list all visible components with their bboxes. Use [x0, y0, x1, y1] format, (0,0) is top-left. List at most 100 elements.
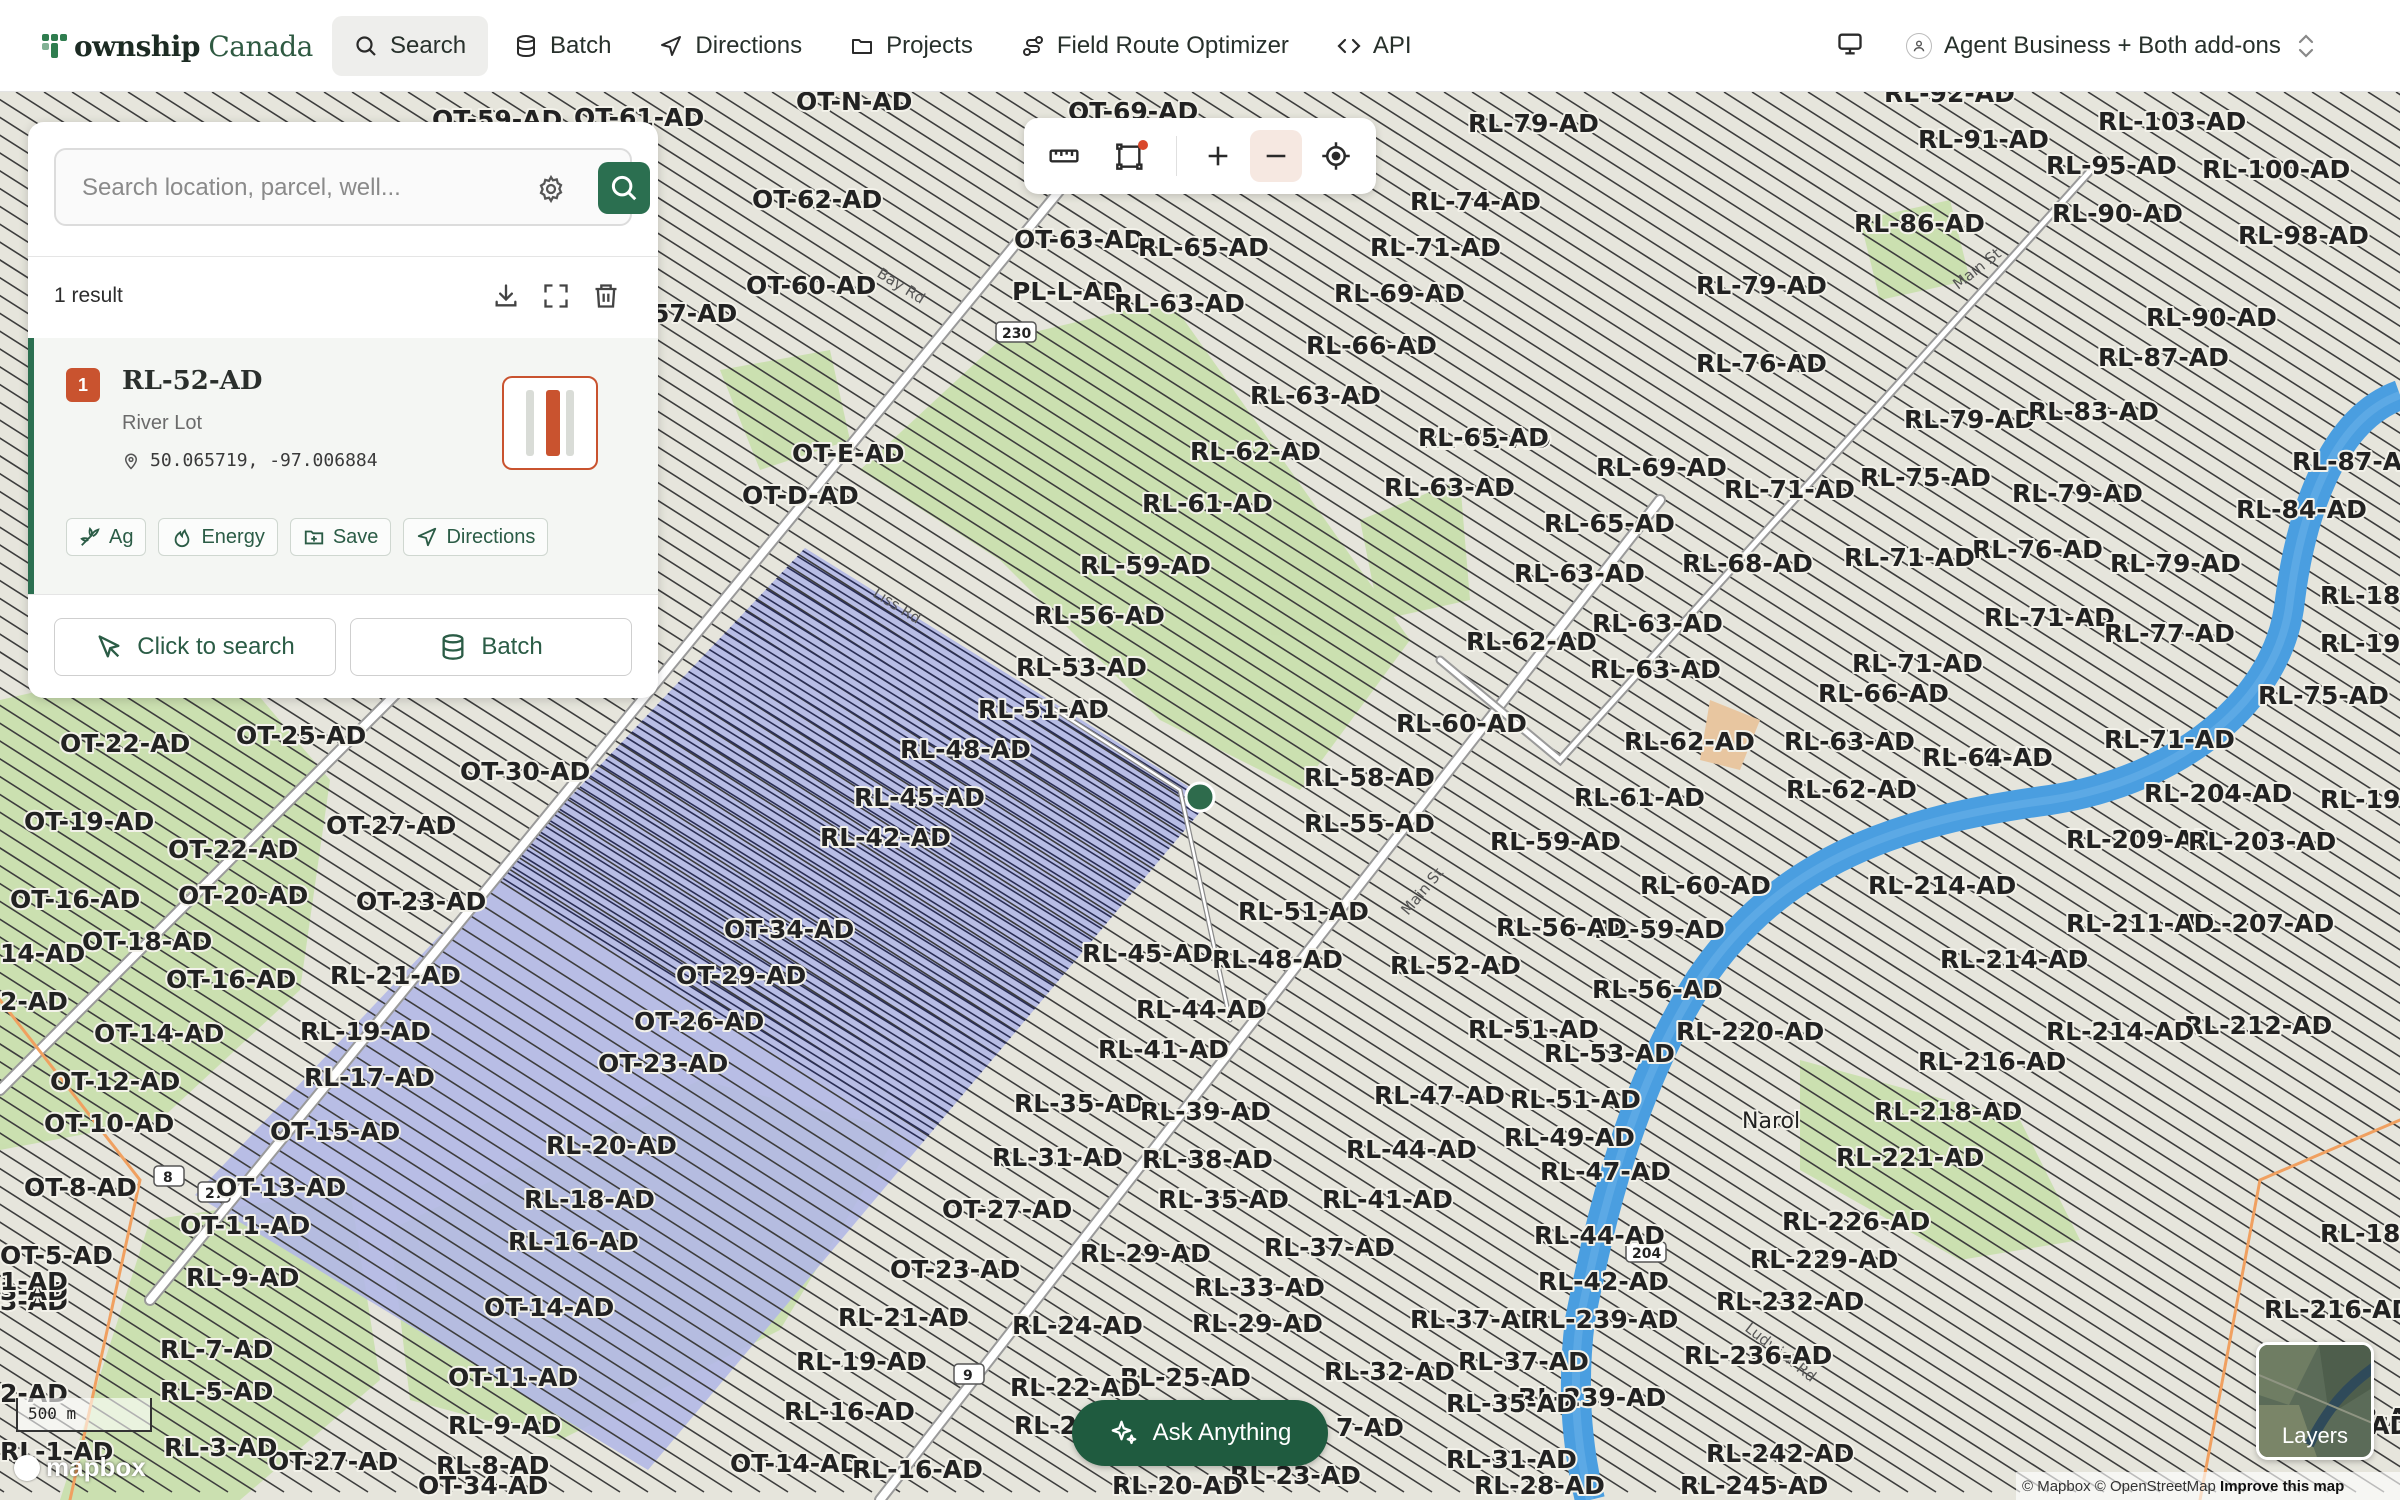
expand-button[interactable]: [542, 282, 570, 315]
nav-api[interactable]: API: [1315, 16, 1434, 76]
location-marker[interactable]: [1184, 781, 1216, 813]
parcel-label: RL-60-AD: [1640, 871, 1771, 900]
nav-projects[interactable]: Projects: [828, 16, 995, 76]
monitor-icon[interactable]: [1836, 30, 1864, 63]
parcel-label: 7-AD: [1336, 1413, 1404, 1442]
parcel-label: RL-29-AD: [1192, 1309, 1323, 1338]
database-icon: [517, 35, 536, 58]
parcel-label: RL-3-AD: [164, 1433, 277, 1462]
parcel-label: RL-214-AD: [2046, 1017, 2194, 1046]
parcel-label: OT-62-AD: [752, 185, 882, 214]
parcel-label: OT-63-AD: [1014, 225, 1144, 254]
parcel-label: OT-30-AD: [460, 757, 590, 786]
search-submit-button[interactable]: [598, 162, 650, 214]
layers-button[interactable]: Layers: [2256, 1342, 2374, 1460]
draw-polygon-button[interactable]: [1104, 130, 1156, 182]
locate-me-button[interactable]: [1310, 130, 1362, 182]
parcel-label: OT-5-AD: [0, 1241, 113, 1270]
parcel-label: RL-229-AD: [1750, 1245, 1898, 1274]
parcel-label: RL-44-AD: [1136, 995, 1267, 1024]
database-icon: [442, 634, 464, 660]
chip-label: Directions: [446, 525, 536, 548]
parcel-thumbnail[interactable]: [502, 376, 598, 470]
search-input[interactable]: [82, 168, 502, 208]
download-button[interactable]: [492, 282, 520, 315]
parcel-label: RL-79-AD: [2012, 479, 2143, 508]
parcel-label: RL-16-AD: [508, 1227, 639, 1256]
parcel-label: OT-34-AD: [724, 915, 854, 944]
parcel-label: RL-7-AD: [160, 1335, 273, 1364]
parcel-label: RL-24-AD: [1012, 1311, 1143, 1340]
parcel-label: RL-86-AD: [1854, 209, 1985, 238]
parcel-label: RL-60-AD: [1396, 709, 1527, 738]
parcel-label: RL-84-AD: [2236, 495, 2367, 524]
measure-button[interactable]: [1038, 130, 1090, 182]
parcel-label: OT-11-AD: [448, 1363, 578, 1392]
folder-plus-icon: [304, 530, 324, 545]
parcel-label: RL-61-AD: [1574, 783, 1705, 812]
parcel-label: OT-34-AD: [418, 1471, 548, 1500]
nav-directions[interactable]: Directions: [637, 16, 824, 76]
parcel-label: RL-56-AD: [1496, 913, 1627, 942]
panel-divider: [28, 256, 658, 257]
parcel-label: RL-62-AD: [1786, 775, 1917, 804]
layers-label: Layers: [2281, 1423, 2349, 1448]
result-count: 1 result: [54, 284, 123, 307]
parcel-label: RL-79-AD: [1696, 271, 1827, 300]
click-to-search-button[interactable]: Click to search: [54, 618, 336, 676]
search-icon: [356, 36, 376, 56]
parcel-label: RL-31-AD: [992, 1143, 1123, 1172]
parcel-label: RL-28-AD: [1474, 1471, 1605, 1500]
zoom-in-button[interactable]: [1192, 130, 1244, 182]
parcel-label: RL-31-AD: [1446, 1445, 1577, 1474]
nav-batch[interactable]: Batch: [492, 16, 633, 76]
save-chip[interactable]: Save: [289, 518, 392, 556]
map-toolbar: [1024, 118, 1376, 194]
parcel-label: RL-63-AD: [1514, 559, 1645, 588]
zoom-out-button[interactable]: [1250, 130, 1302, 182]
parcel-label: RL-95-AD: [2046, 151, 2177, 180]
nav-field-route-optimizer[interactable]: Field Route Optimizer: [999, 16, 1311, 76]
nav-label: Field Route Optimizer: [1056, 32, 1289, 59]
crosshair-icon: [1322, 142, 1350, 170]
parcel-label: RL-71-AD: [1724, 475, 1855, 504]
result-card[interactable]: 1 RL-52-AD River Lot 50.065719, -97.0068…: [28, 338, 658, 594]
parcel-label: RL-42-AD: [1538, 1267, 1669, 1296]
route-shield: 9: [963, 1368, 973, 1384]
parcel-label: RL-44-AD: [1346, 1135, 1477, 1164]
mapbox-logo[interactable]: mapbox: [14, 1452, 146, 1483]
parcel-label: RL-100-AD: [2202, 155, 2350, 184]
nav-search[interactable]: Search: [332, 16, 489, 76]
directions-chip[interactable]: Directions: [403, 518, 549, 556]
parcel-label: RL-63-AD: [1592, 609, 1723, 638]
parcel-label: RL-38-AD: [1142, 1145, 1273, 1174]
parcel-label: RL-53-AD: [1016, 653, 1147, 682]
parcel-label: OT-15-AD: [270, 1117, 400, 1146]
route-shield: 230: [1002, 326, 1031, 342]
parcel-label: OT-14-AD: [484, 1293, 614, 1322]
batch-button[interactable]: Batch: [350, 618, 632, 676]
parcel-label: RL-91-AD: [1918, 125, 2049, 154]
search-panel: 1 result 1 RL-52-AD River Lot 50.065719,…: [28, 122, 658, 698]
button-label: Click to search: [137, 633, 295, 660]
parcel-shape-icon: [526, 390, 574, 456]
delete-button[interactable]: [592, 282, 620, 315]
panel-actions: Click to search Batch: [54, 618, 646, 676]
gear-icon[interactable]: [536, 174, 566, 204]
account-switcher[interactable]: Agent Business + Both add-ons: [1906, 22, 2317, 70]
attribution-text[interactable]: © Mapbox © OpenStreetMap: [2022, 1478, 2220, 1495]
result-index-badge: 1: [66, 368, 100, 402]
parcel-label: RL-63-AD: [1784, 727, 1915, 756]
parcel-label: RL-35-AD: [1158, 1185, 1289, 1214]
parcel-label: RL-21-AD: [838, 1303, 969, 1332]
parcel-label: RL-69-AD: [1596, 453, 1727, 482]
improve-map-link[interactable]: Improve this map: [2220, 1478, 2344, 1495]
app-logo[interactable]: ownship Canada: [42, 26, 313, 66]
parcel-label: RL-35-AD: [1014, 1089, 1145, 1118]
ag-chip[interactable]: Ag: [66, 518, 147, 556]
parcel-label: RL-37-AD: [1458, 1347, 1589, 1376]
expand-icon: [544, 284, 568, 308]
energy-chip[interactable]: Energy: [158, 518, 278, 556]
minus-icon: [1266, 154, 1286, 158]
ask-anything-button[interactable]: Ask Anything: [1072, 1400, 1328, 1466]
